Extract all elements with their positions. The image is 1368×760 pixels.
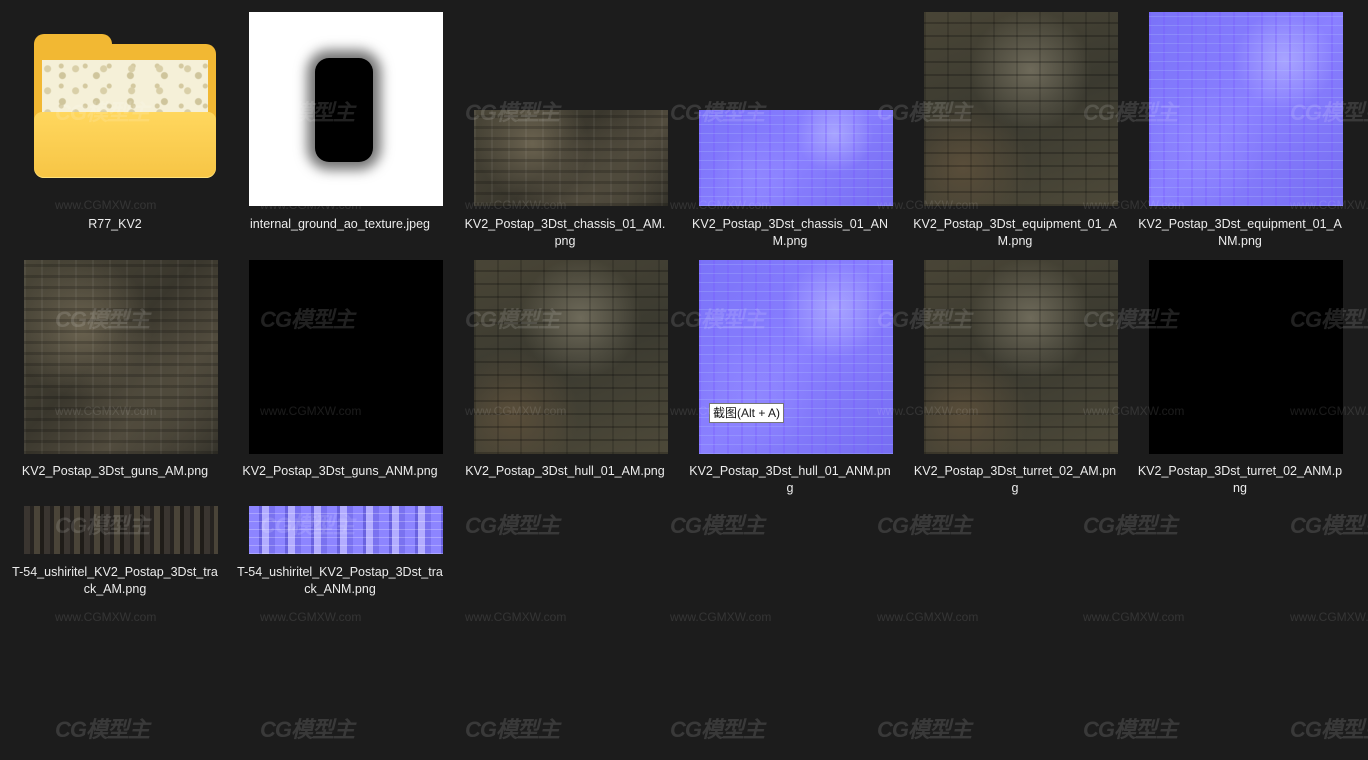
thumbnail-image: [1149, 12, 1343, 206]
thumbnail-image: [924, 12, 1118, 206]
file-label: internal_ground_ao_texture.jpeg: [250, 217, 430, 231]
thumbnail-image: [474, 260, 668, 454]
thumbnail-image: [474, 110, 668, 206]
thumbnail-image: [699, 110, 893, 206]
folder-item[interactable]: R77_KV2: [12, 0, 218, 240]
thumbnail-image: [249, 260, 443, 454]
file-label: KV2_Postap_3Dst_equipment_01_AM.png: [913, 217, 1117, 248]
folder-icon: [34, 34, 216, 178]
file-label: KV2_Postap_3Dst_turret_02_AM.png: [913, 464, 1117, 495]
screenshot-tooltip: 截图(Alt + A): [709, 403, 785, 423]
file-item[interactable]: internal_ground_ao_texture.jpeg: [237, 0, 443, 240]
thumbnail-image: [924, 260, 1118, 454]
file-label: KV2_Postap_3Dst_chassis_01_ANM.png: [692, 217, 888, 248]
file-item[interactable]: KV2_Postap_3Dst_hull_01_AM.png: [462, 248, 668, 498]
file-label: KV2_Postap_3Dst_equipment_01_ANM.png: [1138, 217, 1342, 248]
file-label: T-54_ushiritel_KV2_Postap_3Dst_track_ANM…: [237, 565, 443, 596]
file-label: KV2_Postap_3Dst_guns_AM.png: [21, 464, 209, 478]
thumbnail-image: [24, 506, 218, 554]
file-label: KV2_Postap_3Dst_hull_01_ANM.png: [689, 464, 891, 495]
file-item[interactable]: KV2_Postap_3Dst_chassis_01_ANM.png: [687, 0, 893, 250]
file-item[interactable]: KV2_Postap_3Dst_turret_02_AM.png: [912, 248, 1118, 498]
file-label: R77_KV2: [88, 217, 142, 231]
file-item[interactable]: T-54_ushiritel_KV2_Postap_3Dst_track_ANM…: [237, 494, 443, 604]
thumbnail-image: [249, 506, 443, 554]
file-label: KV2_Postap_3Dst_hull_01_AM.png: [465, 464, 665, 478]
file-item[interactable]: KV2_Postap_3Dst_chassis_01_AM.png: [462, 0, 668, 250]
thumbnail-image: [24, 260, 218, 454]
thumbnail-image: [699, 260, 893, 454]
file-item[interactable]: KV2_Postap_3Dst_equipment_01_AM.png: [912, 0, 1118, 250]
file-grid: R77_KV2 internal_ground_ao_texture.jpeg …: [0, 0, 1368, 760]
file-item[interactable]: T-54_ushiritel_KV2_Postap_3Dst_track_AM.…: [12, 494, 218, 604]
file-label: KV2_Postap_3Dst_chassis_01_AM.png: [464, 217, 666, 248]
file-label: KV2_Postap_3Dst_guns_ANM.png: [242, 464, 438, 478]
file-item[interactable]: KV2_Postap_3Dst_equipment_01_ANM.png: [1137, 0, 1343, 250]
file-label: KV2_Postap_3Dst_turret_02_ANM.png: [1137, 464, 1343, 495]
thumbnail-image: [1149, 260, 1343, 454]
thumbnail-image: [249, 12, 443, 206]
file-label: T-54_ushiritel_KV2_Postap_3Dst_track_AM.…: [12, 565, 218, 596]
file-item[interactable]: KV2_Postap_3Dst_guns_ANM.png: [237, 248, 443, 498]
file-item[interactable]: KV2_Postap_3Dst_guns_AM.png: [12, 248, 218, 498]
file-item[interactable]: KV2_Postap_3Dst_turret_02_ANM.png: [1137, 248, 1343, 498]
file-item[interactable]: KV2_Postap_3Dst_hull_01_ANM.png: [687, 248, 893, 498]
